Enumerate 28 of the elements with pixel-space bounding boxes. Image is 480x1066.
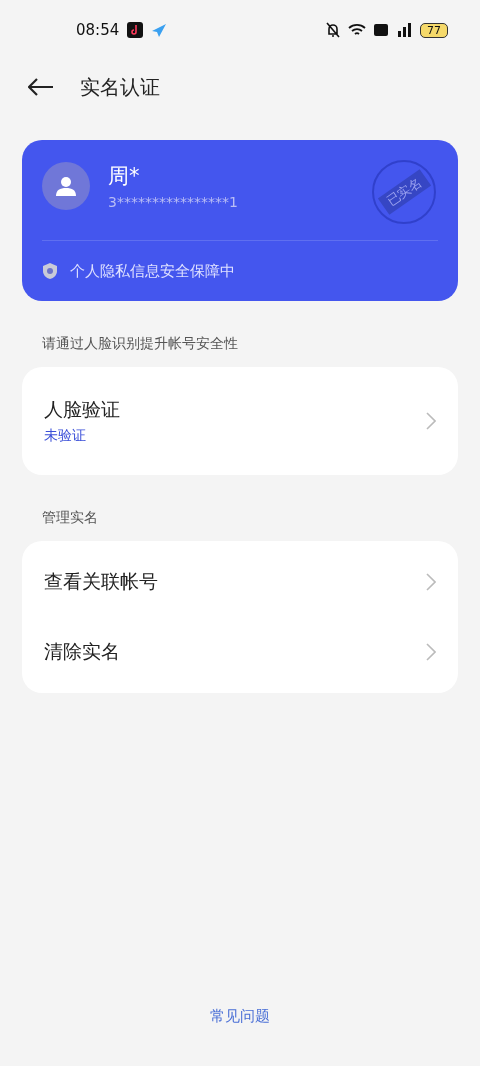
avatar-icon	[42, 162, 90, 210]
chevron-icon	[426, 643, 436, 661]
section-heading: 请通过人脸识别提升帐号安全性	[41, 334, 239, 353]
settings-row[interactable]: 清除实名	[22, 617, 458, 687]
section-heading: 管理实名	[41, 508, 99, 527]
shield-icon	[42, 262, 58, 280]
status-time: 08:54	[76, 21, 120, 39]
row-label: 清除实名	[44, 639, 121, 664]
faq-link[interactable]: 常见问题	[210, 1007, 270, 1026]
chevron-icon	[426, 573, 436, 591]
mute-icon	[326, 22, 340, 38]
app-icon	[127, 22, 144, 38]
settings-row[interactable]: 人脸验证 未验证	[22, 373, 458, 469]
user-name: 周*	[108, 163, 141, 190]
send-icon	[151, 22, 168, 38]
settings-row[interactable]: 查看关联帐号	[22, 547, 458, 617]
row-label: 人脸验证	[44, 397, 121, 422]
row-label: 查看关联帐号	[44, 569, 159, 594]
battery-indicator: 77	[420, 22, 448, 38]
privacy-note: 个人隐私信息安全保障中	[70, 261, 235, 281]
verified-stamp: 已实名	[372, 160, 436, 224]
back-arrow-icon[interactable]	[28, 78, 54, 96]
chevron-icon	[426, 412, 436, 430]
wifi-icon	[348, 23, 366, 37]
status-text: 未验证	[44, 427, 87, 445]
page-title: 实名认证	[80, 73, 160, 101]
id-number: 3****************1	[108, 194, 238, 210]
signal-icon	[396, 23, 412, 37]
